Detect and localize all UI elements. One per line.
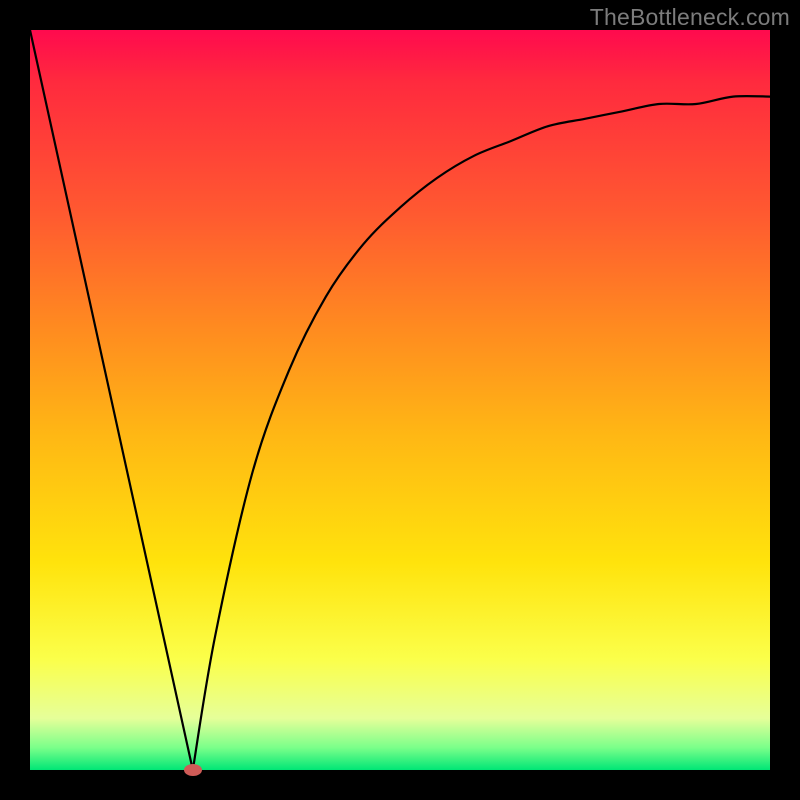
plot-area	[30, 30, 770, 770]
bottleneck-curve	[30, 30, 770, 770]
minimum-marker	[184, 764, 202, 776]
watermark-text: TheBottleneck.com	[590, 4, 790, 31]
chart-frame: TheBottleneck.com	[0, 0, 800, 800]
